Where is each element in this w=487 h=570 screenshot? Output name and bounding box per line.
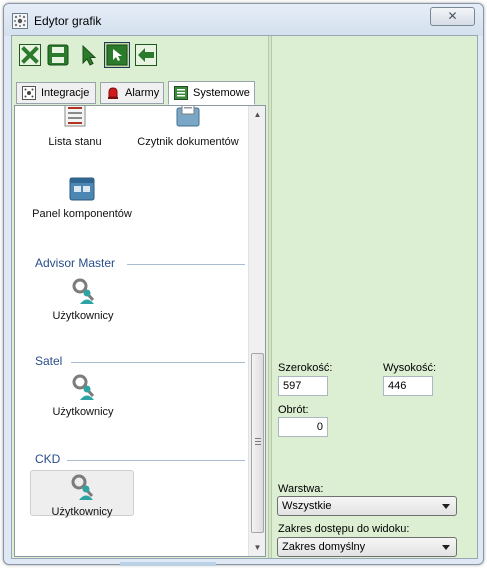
panel-splitter[interactable]: [268, 36, 272, 558]
chevron-down-icon: [442, 504, 450, 509]
grip-line: [255, 441, 261, 442]
group-divider: [127, 264, 245, 265]
height-field[interactable]: 446: [383, 376, 433, 396]
title-bar[interactable]: Edytor grafik ✕: [4, 4, 483, 36]
layer-dropdown[interactable]: Wszystkie: [277, 496, 457, 516]
integration-icon: [22, 86, 36, 100]
tab-integracje[interactable]: Integracje: [16, 82, 96, 104]
select-arrow-icon: [106, 44, 128, 66]
scroll-down-icon[interactable]: ▼: [249, 539, 265, 556]
taskbar-hint: [120, 562, 216, 566]
list-item[interactable]: Czytnik dokumentów: [123, 106, 253, 148]
grip-line: [255, 444, 261, 445]
panel-scrollbar[interactable]: ▲ ▼: [248, 106, 265, 556]
group-divider: [71, 362, 245, 363]
width-label: Szerokość:: [278, 362, 333, 374]
access-value: Zakres domyślny: [282, 541, 366, 553]
layer-label: Warstwa:: [278, 483, 324, 495]
close-icon: ✕: [447, 9, 458, 23]
close-x-icon: [19, 44, 41, 66]
access-dropdown[interactable]: Zakres domyślny: [277, 537, 457, 557]
item-label: Czytnik dokumentów: [137, 136, 239, 148]
width-field[interactable]: 597: [278, 376, 328, 396]
item-label: Użytkownicy: [52, 310, 114, 322]
group-divider: [67, 460, 245, 461]
pointer-button[interactable]: [75, 42, 101, 68]
item-label: Lista stanu: [48, 136, 102, 148]
chevron-down-icon: [442, 545, 450, 550]
select-mode-button[interactable]: [104, 42, 130, 68]
item-label: Panel komponentów: [32, 208, 132, 220]
layer-value: Wszystkie: [282, 500, 332, 512]
list-icon: [62, 106, 88, 130]
component-panel: Lista stanu Czytnik dokumentów Panel kom…: [14, 105, 266, 557]
arrow-left-icon: [135, 44, 157, 66]
list-item[interactable]: Lista stanu: [23, 106, 127, 148]
users-icon: [70, 278, 96, 304]
list-item[interactable]: Użytkownicy: [31, 278, 135, 322]
save-button[interactable]: [45, 42, 71, 68]
rotation-field[interactable]: 0: [278, 417, 328, 437]
tab-alarmy[interactable]: Alarmy: [100, 82, 164, 104]
list-item[interactable]: Panel komponentów: [21, 176, 143, 220]
group-title: Satel: [35, 354, 63, 368]
floppy-disk-icon: [47, 44, 69, 66]
scroll-thumb[interactable]: [251, 353, 264, 533]
list-item[interactable]: Użytkownicy: [31, 374, 135, 418]
window-title: Edytor grafik: [34, 14, 102, 28]
users-icon: [70, 374, 96, 400]
document-reader-icon: [175, 106, 201, 130]
tab-systemowe[interactable]: Systemowe: [168, 81, 255, 105]
client-area: Integracje Alarmy Systemowe Lista stanu …: [11, 35, 478, 559]
bell-icon: [106, 86, 120, 100]
users-icon: [69, 474, 95, 500]
tab-label: Systemowe: [193, 87, 250, 99]
system-icon: [174, 86, 188, 100]
scroll-up-icon[interactable]: ▲: [249, 106, 265, 123]
item-label: Użytkownicy: [51, 506, 113, 518]
item-label: Użytkownicy: [52, 406, 114, 418]
delete-button[interactable]: [17, 42, 43, 68]
rotation-label: Obrót:: [278, 404, 309, 416]
back-button[interactable]: [133, 42, 159, 68]
group-title: CKD: [35, 452, 61, 466]
tab-label: Alarmy: [125, 87, 160, 99]
component-panel-icon: [69, 176, 95, 202]
height-label: Wysokość:: [383, 362, 437, 374]
app-icon: [12, 13, 28, 29]
group-title: Advisor Master: [35, 256, 116, 270]
grip-line: [255, 438, 261, 439]
close-window-button[interactable]: ✕: [430, 7, 475, 26]
component-list: Lista stanu Czytnik dokumentów Panel kom…: [15, 106, 249, 556]
pointer-icon: [82, 44, 97, 66]
editor-window: Edytor grafik ✕ Integracje Alarmy System…: [3, 3, 484, 565]
list-item-selected[interactable]: Użytkownicy: [30, 470, 134, 518]
tab-label: Integracje: [41, 87, 90, 99]
access-label: Zakres dostępu do widoku:: [278, 523, 410, 535]
